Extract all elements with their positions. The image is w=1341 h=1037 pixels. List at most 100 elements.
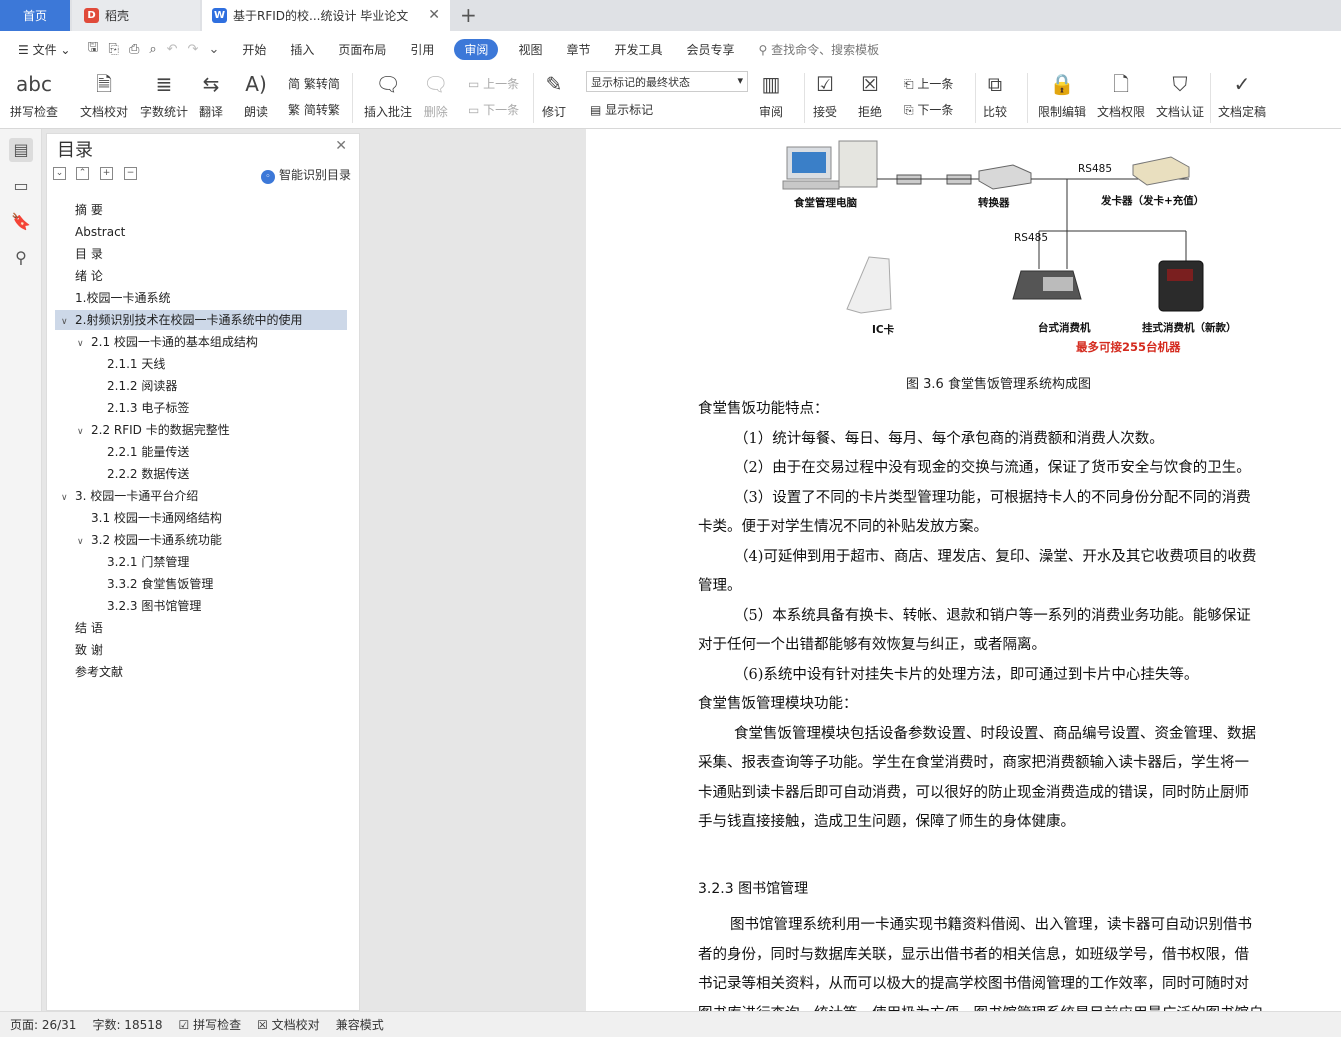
chevron-down-icon[interactable]: ∨ — [77, 422, 91, 442]
prev-comment-button[interactable]: ▭ 上一条 — [468, 75, 519, 92]
spell-check-status[interactable]: ☑ 拼写检查 — [179, 1016, 242, 1033]
toc-item[interactable]: 参考文献 — [55, 662, 347, 682]
menu-review[interactable]: 审阅 — [454, 38, 499, 60]
doc-auth-button[interactable]: ⛉ 文档认证 — [1156, 71, 1204, 120]
file-menu[interactable]: ☰ 文件 ⌄ — [14, 39, 74, 60]
document-page[interactable]: 食堂管理电脑 转换器 RS485 发卡器（发卡+充值） RS485 IC卡 台式… — [586, 129, 1341, 1011]
word-count[interactable]: 字数: 18518 — [92, 1016, 162, 1033]
track-changes-button[interactable]: ✎ 修订 — [542, 71, 566, 120]
expand-up-icon[interactable]: ⌃ — [76, 167, 89, 180]
toc-item[interactable]: 3.3.2 食堂售饭管理 — [55, 574, 347, 594]
toc-item[interactable]: ∨ 3. 校园一卡通平台介绍 — [55, 486, 347, 506]
preview-icon[interactable]: ⌕ — [149, 42, 156, 57]
tab-docer[interactable]: D 稻壳 — [72, 0, 200, 31]
read-aloud-button[interactable]: A) 朗读 — [244, 71, 268, 120]
new-tab-plus-icon[interactable]: + — [460, 3, 477, 27]
undo-icon[interactable]: ↶ — [167, 42, 178, 57]
chevron-down-icon[interactable]: ∨ — [61, 312, 75, 332]
markup-state-select[interactable]: 显示标记的最终状态 ▾ — [586, 71, 748, 92]
command-search[interactable]: ⚲ 查找命令、搜索模板 — [755, 39, 884, 60]
save-icon[interactable]: 🖫 — [87, 38, 98, 60]
ic-card — [846, 256, 892, 314]
trad-to-simp-button[interactable]: 简 繁转简 — [288, 75, 340, 92]
word-doc-icon: W — [212, 8, 227, 23]
toc-item[interactable]: ∨ 2.射频识别技术在校园一卡通系统中的使用 — [55, 310, 347, 330]
chevron-down-icon[interactable]: ∨ — [77, 334, 91, 354]
menu-layout[interactable]: 页面布局 — [334, 39, 390, 60]
delete-comment-button[interactable]: 🗨 删除 — [423, 71, 448, 120]
toc-item[interactable]: 1.校园一卡通系统 — [55, 288, 347, 308]
print-icon[interactable]: ⎙ — [129, 42, 139, 57]
card-issuer-device — [1132, 156, 1190, 186]
menu-chapter[interactable]: 章节 — [562, 39, 594, 60]
more-icon[interactable]: ⌄ — [208, 42, 219, 57]
review-pane-button[interactable]: ▥ 审阅 — [759, 71, 783, 120]
doc-permission-button[interactable]: 🗋 文档权限 — [1097, 71, 1145, 120]
bookmark-icon[interactable]: 🔖 — [9, 210, 33, 234]
close-icon[interactable]: ✕ — [335, 138, 347, 154]
body-line: 采集、报表查询等子功能。学生在食堂消费时，商家把消费额输入读卡器后，学生将一 — [698, 755, 1249, 771]
restrict-edit-button[interactable]: 🔒 限制编辑 — [1038, 71, 1086, 120]
show-markup-button[interactable]: ▤ 显示标记 — [590, 101, 653, 118]
toc-item[interactable]: 3.2.3 图书馆管理 — [55, 596, 347, 616]
close-icon[interactable]: ✕ — [428, 7, 440, 23]
toc-item[interactable]: 2.2.1 能量传送 — [55, 442, 347, 462]
toc-item[interactable]: 结 语 — [55, 618, 347, 638]
next-change-button[interactable]: ⎘ 下一条 — [904, 101, 953, 118]
toc-item[interactable]: 2.1.3 电子标签 — [55, 398, 347, 418]
tab-home[interactable]: 首页 — [0, 0, 70, 31]
chapter-nav-icon[interactable]: ▭ — [9, 174, 33, 198]
search-icon[interactable]: ⚲ — [9, 246, 33, 270]
page-indicator[interactable]: 页面: 26/31 — [10, 1016, 76, 1033]
read-aloud-label: 朗读 — [244, 105, 269, 119]
show-markup-label: 显示标记 — [605, 103, 654, 117]
finalize-button[interactable]: ✓ 文档定稿 — [1218, 71, 1266, 120]
spell-check-button[interactable]: abc 拼写检查 — [10, 71, 58, 120]
toc-item[interactable]: ∨ 3.2 校园一卡通系统功能 — [55, 530, 347, 550]
compare-icon: ⧉ — [987, 72, 1003, 96]
menu-start[interactable]: 开始 — [238, 39, 270, 60]
toc-item[interactable]: ∨ 2.1 校园一卡通的基本组成结构 — [55, 332, 347, 352]
chevron-down-icon[interactable]: ∨ — [77, 532, 91, 552]
menu-insert[interactable]: 插入 — [286, 39, 318, 60]
add-level-icon[interactable]: + — [100, 167, 113, 180]
toc-item[interactable]: 2.1.1 天线 — [55, 354, 347, 374]
menu-view[interactable]: 视图 — [514, 39, 546, 60]
redo-icon[interactable]: ↷ — [188, 42, 199, 57]
insert-comment-button[interactable]: 🗨 插入批注 — [364, 71, 412, 120]
toc-item[interactable]: 目 录 — [55, 244, 347, 264]
compare-button[interactable]: ⧉ 比较 — [983, 71, 1007, 120]
toc-item[interactable]: 2.1.2 阅读器 — [55, 376, 347, 396]
prev-change-button[interactable]: ⎗ 上一条 — [904, 75, 953, 92]
toc-item[interactable]: Abstract — [55, 222, 347, 242]
markup-state-value: 显示标记的最终状态 — [591, 76, 690, 89]
toc-item[interactable]: 3.2.1 门禁管理 — [55, 552, 347, 572]
collapse-all-icon[interactable]: ⌄ — [53, 167, 66, 180]
menu-reference[interactable]: 引用 — [406, 39, 438, 60]
smart-toc-button[interactable]: ◦ 智能识别目录 — [260, 166, 351, 184]
prev-comment-label: 上一条 — [483, 77, 520, 91]
toc-item[interactable]: 摘 要 — [55, 200, 347, 220]
accept-button[interactable]: ☑ 接受 — [813, 71, 837, 120]
simp-to-trad-button[interactable]: 繁 简转繁 — [288, 101, 340, 118]
toc-item[interactable]: 绪 论 — [55, 266, 347, 286]
toc-panel-icon[interactable]: ▤ — [9, 138, 33, 162]
toc-item[interactable]: 致 谢 — [55, 640, 347, 660]
tab-document[interactable]: W 基于RFID的校...统设计 毕业论文 ✕ — [202, 0, 450, 31]
review-pane-label: 审阅 — [759, 105, 784, 119]
proofread-status[interactable]: ☒ 文档校对 — [257, 1016, 320, 1033]
proofread-button[interactable]: 🗎 文档校对 — [80, 71, 128, 120]
remove-level-icon[interactable]: − — [124, 167, 137, 180]
next-comment-button[interactable]: ▭ 下一条 — [468, 101, 519, 118]
word-count-button[interactable]: ≣ 字数统计 — [140, 71, 188, 120]
chevron-down-icon[interactable]: ∨ — [61, 488, 75, 508]
toc-item-label: 3. 校园一卡通平台介绍 — [75, 489, 199, 503]
reject-button[interactable]: ☒ 拒绝 — [858, 71, 882, 120]
toc-item[interactable]: ∨ 2.2 RFID 卡的数据完整性 — [55, 420, 347, 440]
menu-member[interactable]: 会员专享 — [682, 39, 738, 60]
translate-button[interactable]: ⇆ 翻译 — [199, 71, 223, 120]
toc-item[interactable]: 3.1 校园一卡通网络结构 — [55, 508, 347, 528]
export-icon[interactable]: ⎘ — [109, 42, 119, 57]
menu-devtools[interactable]: 开发工具 — [610, 39, 666, 60]
toc-item[interactable]: 2.2.2 数据传送 — [55, 464, 347, 484]
